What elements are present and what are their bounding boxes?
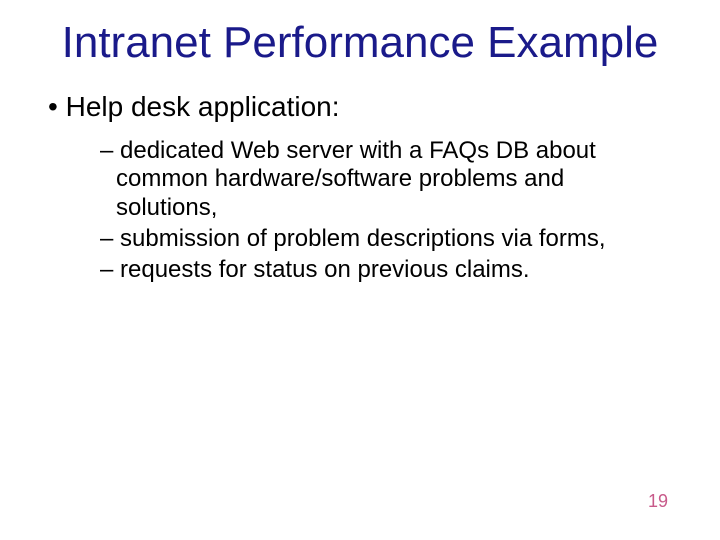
bullet-sub-1: dedicated Web server with a FAQs DB abou… <box>100 137 640 223</box>
bullet-sub-2: submission of problem descriptions via f… <box>100 225 640 254</box>
bullet-sub-3: requests for status on previous claims. <box>100 256 640 285</box>
bullet-main: Help desk application: <box>48 91 680 123</box>
page-number: 19 <box>648 491 668 512</box>
slide-title: Intranet Performance Example <box>40 18 680 69</box>
